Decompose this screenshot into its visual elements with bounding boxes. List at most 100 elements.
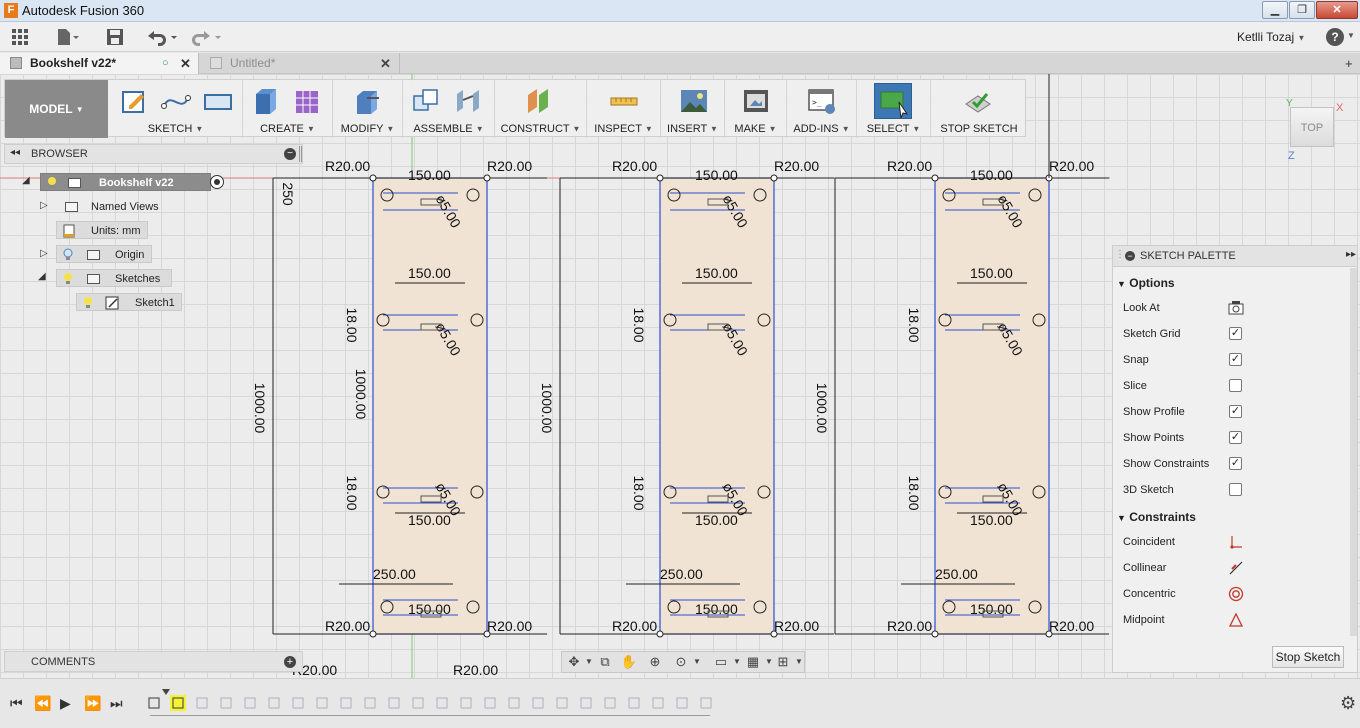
tree-row-named-views[interactable]: ▷ Named Views <box>36 196 176 216</box>
tree-row-root[interactable]: ◢ Bookshelf v22 <box>18 172 224 192</box>
timeline-feature-icon[interactable] <box>218 695 234 711</box>
snap-checkbox[interactable]: ✓ <box>1229 353 1242 366</box>
options-section[interactable]: ▼ Options <box>1117 276 1175 290</box>
timeline-feature-icon[interactable] <box>170 695 186 711</box>
timeline-feature-icon[interactable] <box>602 695 618 711</box>
new-component-icon[interactable] <box>411 86 441 116</box>
tree-item-units[interactable]: Units: mm <box>56 221 148 239</box>
timeline-feature-icon[interactable] <box>554 695 570 711</box>
close-tab-icon[interactable]: ✕ <box>380 53 391 74</box>
toolbar-group-assemble[interactable]: ASSEMBLE ▼ <box>403 80 495 138</box>
tree-item-sketches[interactable]: Sketches <box>56 269 172 287</box>
workspace-switcher[interactable]: MODEL ▼ <box>5 80 108 138</box>
collapse-browser-icon[interactable]: ◂◂ <box>10 147 20 158</box>
tree-item-origin[interactable]: Origin <box>56 245 152 263</box>
timeline-feature-icon[interactable] <box>410 695 426 711</box>
timeline-feature-icon[interactable] <box>434 695 450 711</box>
timeline-feature-icon[interactable] <box>458 695 474 711</box>
toolbar-group-make[interactable]: MAKE ▼ <box>725 80 787 138</box>
slice-checkbox[interactable] <box>1229 379 1242 392</box>
chevron-down-icon[interactable]: ▼ <box>688 654 706 670</box>
toolbar-group-construct[interactable]: CONSTRUCT ▼ <box>495 80 587 138</box>
file-menu-icon[interactable] <box>55 27 79 47</box>
joint-icon[interactable] <box>453 86 483 116</box>
offset-plane-icon[interactable] <box>525 86 555 116</box>
timeline-feature-icon[interactable] <box>578 695 594 711</box>
select-window-icon[interactable] <box>879 88 909 119</box>
form-icon[interactable] <box>293 86 323 116</box>
help-chevron-down-icon[interactable]: ▼ <box>1347 31 1355 40</box>
timeline-feature-icon[interactable] <box>242 695 258 711</box>
toolbar-group-select[interactable]: SELECT ▼ <box>857 80 931 138</box>
timeline-feature-icon[interactable] <box>698 695 714 711</box>
constraints-section[interactable]: ▼ Constraints <box>1117 510 1196 524</box>
coincident-icon[interactable] <box>1228 534 1244 550</box>
tree-item-root[interactable]: Bookshelf v22 <box>40 173 211 191</box>
zoom-icon[interactable]: ⊕ <box>646 654 664 670</box>
tree-row-sketch1[interactable]: Sketch1 <box>76 292 186 312</box>
extrude-icon[interactable] <box>251 86 281 116</box>
toolbar-group-insert[interactable]: INSERT ▼ <box>661 80 725 138</box>
tree-item-named-views[interactable]: Named Views <box>56 197 166 215</box>
rectangle-tool-icon[interactable] <box>203 86 233 116</box>
3d-sketch-checkbox[interactable] <box>1229 483 1242 496</box>
data-panel-grid-icon[interactable] <box>10 27 30 47</box>
toolbar-group-addins[interactable]: >_ ADD-INS ▼ <box>787 80 857 138</box>
collinear-icon[interactable] <box>1228 560 1244 576</box>
chevron-down-icon[interactable]: ▼ <box>790 654 808 670</box>
measure-icon[interactable] <box>609 86 639 116</box>
show-profile-checkbox[interactable]: ✓ <box>1229 405 1242 418</box>
save-icon[interactable] <box>106 27 124 47</box>
activate-component-icon[interactable] <box>210 175 224 189</box>
tab-bookshelf[interactable]: Bookshelf v22* ○ ✕ <box>0 53 199 74</box>
collapse-palette-icon[interactable]: − <box>1125 251 1135 261</box>
show-points-checkbox[interactable]: ✓ <box>1229 431 1242 444</box>
timeline-feature-icon[interactable] <box>314 695 330 711</box>
tab-untitled[interactable]: Untitled* ✕ <box>200 53 400 74</box>
user-menu[interactable]: Ketlli Tozaj ▼ <box>1237 30 1305 44</box>
tree-item-sketch1[interactable]: Sketch1 <box>76 293 182 311</box>
timeline-marker[interactable] <box>162 689 170 695</box>
minimize-browser-icon[interactable]: − <box>284 148 296 160</box>
collapsed-arrow-icon[interactable]: ▷ <box>40 196 48 216</box>
timeline-feature-icon[interactable] <box>626 695 642 711</box>
tree-row-origin[interactable]: ▷ Origin <box>36 244 176 264</box>
browser-resize-handle[interactable] <box>299 146 302 162</box>
minimize-button[interactable]: ▁ <box>1262 1 1288 19</box>
timeline-feature-icon[interactable] <box>530 695 546 711</box>
insert-image-icon[interactable] <box>679 86 709 116</box>
collapsed-arrow-icon[interactable]: ▷ <box>40 244 48 264</box>
line-tool-icon[interactable] <box>161 86 191 116</box>
timeline-track[interactable] <box>150 715 710 716</box>
toolbar-group-inspect[interactable]: INSPECT ▼ <box>587 80 661 138</box>
press-pull-icon[interactable] <box>353 86 383 116</box>
palette-scrollbar[interactable] <box>1350 268 1357 636</box>
toolbar-group-modify[interactable]: MODIFY ▼ <box>333 80 403 138</box>
scripts-addins-icon[interactable]: >_ <box>807 86 837 116</box>
step-forward-icon[interactable]: ⏩ <box>84 695 101 712</box>
toolbar-group-stop-sketch[interactable]: STOP SKETCH <box>931 80 1027 138</box>
toolbar-group-create[interactable]: CREATE ▼ <box>243 80 333 138</box>
create-sketch-icon[interactable] <box>119 86 149 116</box>
timeline-feature-icon[interactable] <box>386 695 402 711</box>
play-icon[interactable]: ▶ <box>60 695 71 712</box>
go-to-start-icon[interactable]: ⏮ <box>10 695 23 712</box>
timeline-feature-icon[interactable] <box>194 695 210 711</box>
new-tab-icon[interactable]: + <box>1345 53 1353 74</box>
show-constraints-checkbox[interactable]: ✓ <box>1229 457 1242 470</box>
maximize-button[interactable]: ❐ <box>1289 1 1315 19</box>
stop-sketch-icon[interactable] <box>963 86 993 116</box>
look-at-icon[interactable] <box>1228 300 1244 316</box>
comments-header[interactable]: COMMENTS + <box>4 651 303 672</box>
close-window-button[interactable]: ✕ <box>1316 1 1358 19</box>
timeline-feature-icon[interactable] <box>362 695 378 711</box>
stop-sketch-button[interactable]: Stop Sketch <box>1272 646 1344 668</box>
timeline-settings-gear-icon[interactable]: ⚙ <box>1340 693 1356 714</box>
timeline-feature-icon[interactable] <box>506 695 522 711</box>
timeline-feature-icon[interactable] <box>266 695 282 711</box>
look-at-icon[interactable]: ⧉ <box>596 654 614 670</box>
3d-print-icon[interactable] <box>741 86 771 116</box>
timeline-feature-icon[interactable] <box>674 695 690 711</box>
undo-icon[interactable] <box>146 27 178 47</box>
tree-row-sketches[interactable]: ◢ Sketches <box>36 268 176 288</box>
